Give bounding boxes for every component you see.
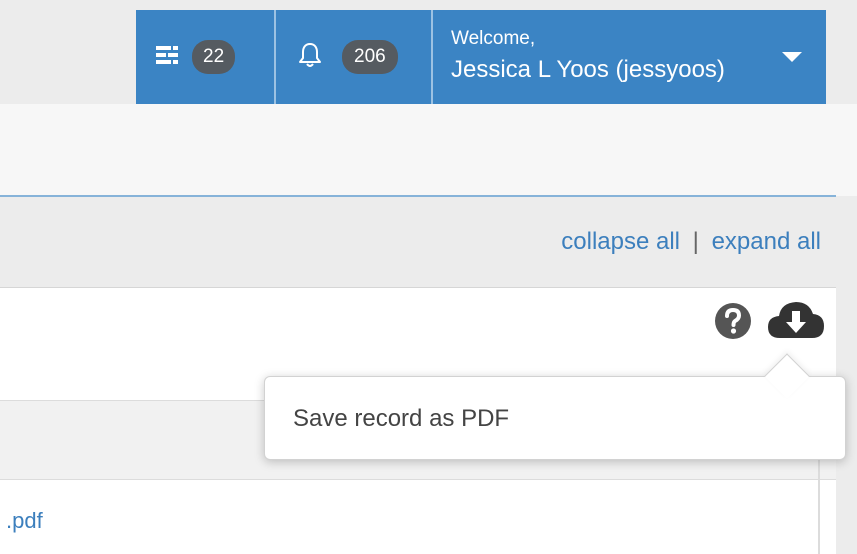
question-circle-icon[interactable] bbox=[714, 302, 752, 340]
task-list-icon bbox=[156, 45, 178, 70]
notifications-count-badge: 206 bbox=[342, 40, 398, 74]
link-separator: | bbox=[692, 228, 699, 255]
cloud-download-icon[interactable] bbox=[766, 298, 826, 342]
user-menu[interactable]: Welcome, Jessica L Yoos (jessyoos) bbox=[433, 10, 826, 104]
collapse-expand-links: collapse all | expand all bbox=[561, 228, 821, 256]
welcome-label: Welcome, bbox=[451, 28, 536, 49]
collapse-all-link[interactable]: collapse all bbox=[561, 228, 680, 255]
attachment-file-link[interactable]: .pdf bbox=[6, 508, 43, 534]
tasks-count-badge: 22 bbox=[192, 40, 236, 74]
top-nav: 22 206 Welcome, Jessica L Yoos (jessyoos… bbox=[136, 10, 826, 104]
caret-down-icon[interactable] bbox=[782, 52, 802, 62]
record-header-band bbox=[0, 104, 857, 196]
user-info: Welcome, Jessica L Yoos (jessyoos) bbox=[451, 28, 725, 84]
bell-icon bbox=[298, 41, 322, 74]
user-name: Jessica L Yoos (jessyoos) bbox=[451, 56, 725, 83]
tooltip-text: Save record as PDF bbox=[293, 405, 510, 432]
page: 22 206 Welcome, Jessica L Yoos (jessyoos… bbox=[0, 0, 857, 554]
top-bar: 22 206 Welcome, Jessica L Yoos (jessyoos… bbox=[0, 0, 857, 104]
notifications-button[interactable]: 206 bbox=[276, 10, 433, 104]
expand-all-link[interactable]: expand all bbox=[712, 228, 821, 255]
tasks-button[interactable]: 22 bbox=[136, 10, 276, 104]
save-pdf-tooltip: Save record as PDF bbox=[264, 376, 846, 460]
